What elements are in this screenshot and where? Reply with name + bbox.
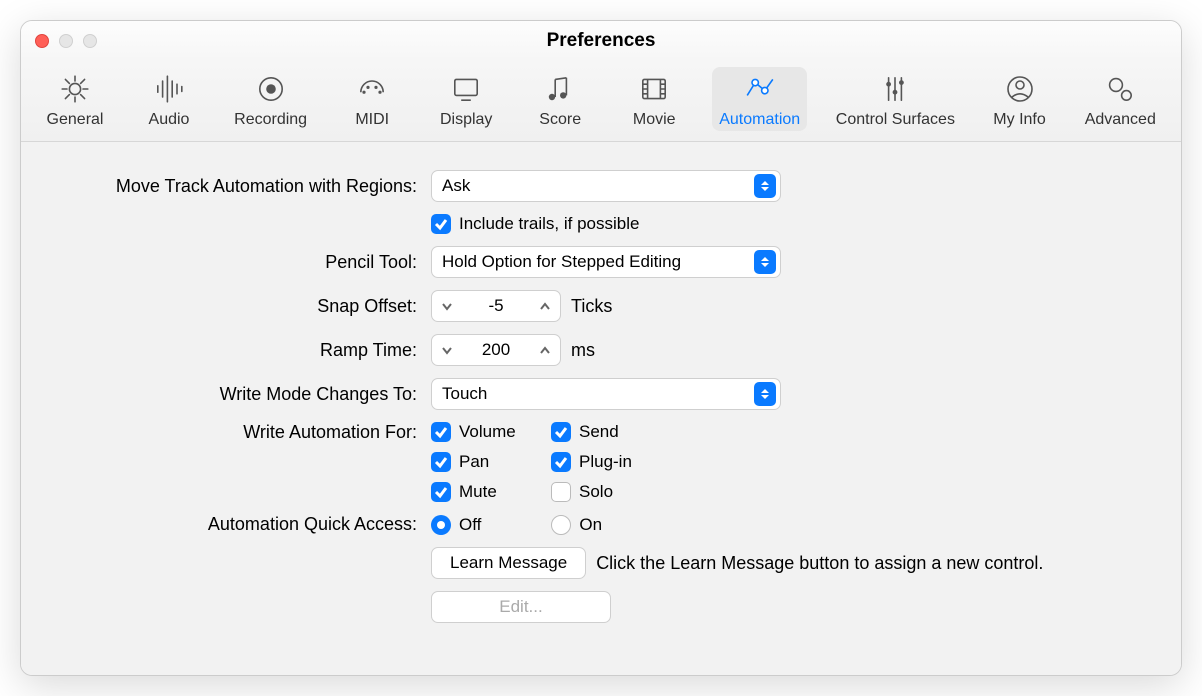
content-panel: Move Track Automation with Regions: Ask … — [21, 142, 1181, 675]
checkbox-label: Include trails, if possible — [459, 214, 639, 234]
snap-offset-stepper[interactable]: -5 — [431, 290, 561, 322]
send-checkbox[interactable]: Send — [551, 422, 647, 442]
stepper-down-icon[interactable] — [432, 291, 462, 321]
pencil-tool-popup[interactable]: Hold Option for Stepped Editing — [431, 246, 781, 278]
gear-icon — [54, 71, 96, 107]
learn-message-hint: Click the Learn Message button to assign… — [596, 553, 1043, 574]
mute-checkbox[interactable]: Mute — [431, 482, 527, 502]
waveform-icon — [148, 71, 190, 107]
automation-icon — [739, 71, 781, 107]
midi-icon — [351, 71, 393, 107]
film-icon — [633, 71, 675, 107]
pencil-tool-label: Pencil Tool: — [51, 252, 421, 273]
stepper-up-icon[interactable] — [530, 291, 560, 321]
popup-value: Ask — [442, 176, 470, 196]
ramp-time-unit: ms — [571, 340, 595, 361]
popup-arrows-icon — [754, 250, 776, 274]
include-trails-checkbox[interactable]: Include trails, if possible — [431, 214, 639, 234]
snap-offset-label: Snap Offset: — [51, 296, 421, 317]
checkbox-checked-icon — [431, 452, 451, 472]
checkbox-checked-icon — [431, 422, 451, 442]
button-label: Edit... — [499, 597, 542, 617]
checkbox-label: Mute — [459, 482, 497, 502]
tab-label: Display — [440, 111, 492, 129]
gears-icon — [1099, 71, 1141, 107]
checkbox-checked-icon — [551, 422, 571, 442]
checkbox-label: Solo — [579, 482, 613, 502]
tab-advanced[interactable]: Advanced — [1078, 67, 1163, 131]
tab-label: MIDI — [355, 111, 389, 129]
tab-display[interactable]: Display — [430, 67, 502, 131]
checkbox-label: Send — [579, 422, 619, 442]
move-track-label: Move Track Automation with Regions: — [51, 176, 421, 197]
tab-control-surfaces[interactable]: Control Surfaces — [829, 67, 961, 131]
tab-my-info[interactable]: My Info — [984, 67, 1056, 131]
solo-checkbox[interactable]: Solo — [551, 482, 647, 502]
sliders-icon — [874, 71, 916, 107]
music-notes-icon — [539, 71, 581, 107]
checkbox-label: Plug-in — [579, 452, 632, 472]
stepper-down-icon[interactable] — [432, 335, 462, 365]
tab-midi[interactable]: MIDI — [336, 67, 408, 131]
checkbox-label: Volume — [459, 422, 516, 442]
tab-label: My Info — [993, 111, 1045, 129]
tab-label: Control Surfaces — [836, 111, 955, 129]
radio-label: Off — [459, 515, 481, 535]
radio-off-icon — [551, 515, 571, 535]
popup-value: Hold Option for Stepped Editing — [442, 252, 681, 272]
tab-label: Movie — [633, 111, 676, 129]
stepper-value: -5 — [462, 296, 530, 316]
titlebar: Preferences — [21, 21, 1181, 61]
checkbox-unchecked-icon — [551, 482, 571, 502]
stepper-up-icon[interactable] — [530, 335, 560, 365]
stepper-value: 200 — [462, 340, 530, 360]
radio-on-icon — [431, 515, 451, 535]
display-icon — [445, 71, 487, 107]
radio-label: On — [579, 515, 602, 535]
write-mode-label: Write Mode Changes To: — [51, 384, 421, 405]
quick-access-off-radio[interactable]: Off — [431, 515, 481, 535]
write-mode-popup[interactable]: Touch — [431, 378, 781, 410]
move-track-popup[interactable]: Ask — [431, 170, 781, 202]
tab-movie[interactable]: Movie — [618, 67, 690, 131]
quick-access-on-radio[interactable]: On — [551, 515, 602, 535]
write-auto-for-label: Write Automation For: — [51, 422, 421, 443]
ramp-time-stepper[interactable]: 200 — [431, 334, 561, 366]
window-title: Preferences — [21, 30, 1181, 52]
tab-label: Score — [539, 111, 581, 129]
learn-message-button[interactable]: Learn Message — [431, 547, 586, 579]
tab-label: General — [47, 111, 104, 129]
tab-label: Audio — [149, 111, 190, 129]
tab-label: Recording — [234, 111, 307, 129]
tab-automation[interactable]: Automation — [712, 67, 807, 131]
quick-access-label: Automation Quick Access: — [51, 514, 421, 535]
edit-button: Edit... — [431, 591, 611, 623]
popup-arrows-icon — [754, 382, 776, 406]
tab-general[interactable]: General — [39, 67, 111, 131]
tab-audio[interactable]: Audio — [133, 67, 205, 131]
tab-label: Automation — [719, 111, 800, 129]
checkbox-checked-icon — [431, 482, 451, 502]
ramp-time-label: Ramp Time: — [51, 340, 421, 361]
person-circle-icon — [999, 71, 1041, 107]
volume-checkbox[interactable]: Volume — [431, 422, 527, 442]
toolbar: General Audio Recording MIDI Display Sco… — [21, 61, 1181, 142]
checkbox-checked-icon — [431, 214, 451, 234]
button-label: Learn Message — [450, 553, 567, 573]
popup-arrows-icon — [754, 174, 776, 198]
tab-score[interactable]: Score — [524, 67, 596, 131]
snap-offset-unit: Ticks — [571, 296, 612, 317]
plugin-checkbox[interactable]: Plug-in — [551, 452, 647, 472]
preferences-window: Preferences General Audio Recording MIDI… — [20, 20, 1182, 676]
tab-recording[interactable]: Recording — [227, 67, 314, 131]
checkbox-label: Pan — [459, 452, 489, 472]
popup-value: Touch — [442, 384, 487, 404]
record-icon — [250, 71, 292, 107]
tab-label: Advanced — [1085, 111, 1156, 129]
pan-checkbox[interactable]: Pan — [431, 452, 527, 472]
checkbox-checked-icon — [551, 452, 571, 472]
